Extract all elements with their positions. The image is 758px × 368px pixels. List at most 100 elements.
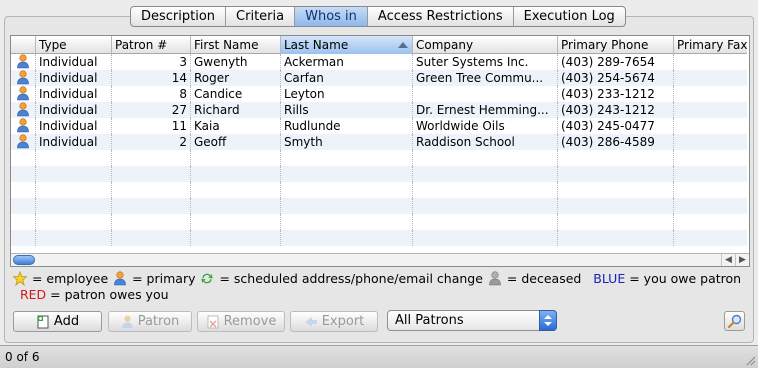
column-header-last-name[interactable]: Last Name	[280, 36, 412, 54]
patron-number-cell: 8	[111, 86, 190, 102]
icon-cell	[11, 118, 35, 134]
table-header: Type Patron # First Name Last Name Compa…	[11, 36, 747, 54]
table-row[interactable]: Individual 8 Candice Leyton (403) 233-1212	[11, 86, 747, 102]
magnifier-icon	[727, 314, 741, 328]
icon-cell	[11, 150, 35, 166]
add-button-label: Add	[53, 314, 80, 329]
company-cell	[412, 86, 557, 102]
scrollbar-thumb[interactable]	[13, 255, 35, 265]
horizontal-scrollbar[interactable]: ◀ ▶	[11, 253, 749, 266]
type-cell	[35, 182, 111, 198]
first-name-cell	[190, 150, 280, 166]
type-cell: Individual	[35, 118, 111, 134]
first-name-cell	[190, 198, 280, 214]
column-header-icon[interactable]	[11, 36, 35, 54]
company-cell: Raddison School	[412, 134, 557, 150]
column-header-company[interactable]: Company	[412, 36, 557, 54]
person-icon	[17, 102, 29, 117]
scroll-left-icon[interactable]: ◀	[721, 254, 735, 266]
primary-fax-cell	[673, 86, 747, 102]
primary-fax-cell	[673, 102, 747, 118]
table-row[interactable]: Individual 3 Gwenyth Ackerman Suter Systems …	[11, 54, 747, 70]
primary-phone-cell: (403) 243-1212	[557, 102, 673, 118]
empty-table-row	[11, 150, 747, 166]
company-cell	[412, 150, 557, 166]
primary-fax-cell	[673, 134, 747, 150]
export-button[interactable]: Export	[290, 311, 378, 332]
company-cell	[412, 230, 557, 246]
tab-whos-in[interactable]: Whos in	[294, 7, 367, 26]
person-icon	[17, 134, 29, 149]
patron-filter-select[interactable]: All Patrons	[387, 310, 557, 331]
primary-phone-cell: (403) 286-4589	[557, 134, 673, 150]
legend-employee: = employee	[31, 271, 109, 286]
tab-criteria[interactable]: Criteria	[225, 7, 294, 26]
first-name-cell: Candice	[190, 86, 280, 102]
patron-number-cell	[111, 182, 190, 198]
type-cell: Individual	[35, 102, 111, 118]
primary-fax-cell	[673, 198, 747, 214]
add-document-icon	[37, 315, 49, 328]
icon-cell	[11, 182, 35, 198]
icon-cell	[11, 86, 35, 102]
company-cell	[412, 214, 557, 230]
empty-table-row	[11, 214, 747, 230]
tab-execution-log[interactable]: Execution Log	[512, 7, 625, 26]
column-header-primary-fax[interactable]: Primary Fax	[673, 36, 747, 54]
person-icon	[17, 54, 29, 69]
column-header-primary-phone[interactable]: Primary Phone	[557, 36, 673, 54]
icon-cell	[11, 230, 35, 246]
table-row[interactable]: Individual 11 Kaia Rudlunde Worldwide Oils (4…	[11, 118, 747, 134]
first-name-cell	[190, 166, 280, 182]
resize-grip-icon[interactable]	[744, 354, 756, 366]
person-primary-icon	[114, 271, 126, 286]
icon-cell	[11, 102, 35, 118]
last-name-cell: Rills	[280, 102, 412, 118]
patron-button[interactable]: Patron	[108, 311, 192, 332]
export-icon	[304, 316, 317, 327]
type-cell: Individual	[35, 70, 111, 86]
primary-fax-cell	[673, 166, 747, 182]
last-name-cell: Smyth	[280, 134, 412, 150]
last-name-cell: Leyton	[280, 86, 412, 102]
patron-number-cell: 11	[111, 118, 190, 134]
patrons-table[interactable]: Type Patron # First Name Last Name Compa…	[10, 35, 750, 267]
column-header-patron-number[interactable]: Patron #	[111, 36, 190, 54]
star-icon	[12, 271, 28, 286]
empty-table-row	[11, 230, 747, 246]
scroll-right-icon[interactable]: ▶	[735, 254, 749, 266]
column-header-type[interactable]: Type	[35, 36, 111, 54]
add-button[interactable]: Add	[13, 311, 102, 332]
icon-cell	[11, 214, 35, 230]
table-body: Individual 3 Gwenyth Ackerman Suter Systems …	[11, 54, 747, 246]
remove-button[interactable]: Remove	[197, 311, 285, 332]
patron-number-cell	[111, 198, 190, 214]
remove-document-icon	[207, 315, 219, 328]
column-header-first-name[interactable]: First Name	[190, 36, 280, 54]
last-name-cell: Ackerman	[280, 54, 412, 70]
table-row[interactable]: Individual 2 Geoff Smyth Raddison School (403…	[11, 134, 747, 150]
legend-red-text: = patron owes you	[50, 287, 169, 302]
legend-blue-word: BLUE	[593, 271, 626, 286]
company-cell	[412, 198, 557, 214]
first-name-cell	[190, 214, 280, 230]
patron-number-cell	[111, 230, 190, 246]
primary-fax-cell	[673, 182, 747, 198]
primary-fax-cell	[673, 214, 747, 230]
export-button-label: Export	[321, 314, 365, 329]
first-name-cell	[190, 230, 280, 246]
type-cell	[35, 230, 111, 246]
icon-cell	[11, 70, 35, 86]
company-cell	[412, 166, 557, 182]
tab-description[interactable]: Description	[131, 7, 225, 26]
patron-number-cell	[111, 150, 190, 166]
table-row[interactable]: Individual 14 Roger Carfan Green Tree Commu.…	[11, 70, 747, 86]
first-name-cell: Roger	[190, 70, 280, 86]
patron-number-cell: 3	[111, 54, 190, 70]
search-button[interactable]	[724, 311, 745, 331]
table-row[interactable]: Individual 27 Richard Rills Dr. Ernest Hemmi…	[11, 102, 747, 118]
tab-access-restrictions[interactable]: Access Restrictions	[366, 7, 513, 26]
first-name-cell: Geoff	[190, 134, 280, 150]
primary-fax-cell	[673, 118, 747, 134]
empty-table-row	[11, 198, 747, 214]
